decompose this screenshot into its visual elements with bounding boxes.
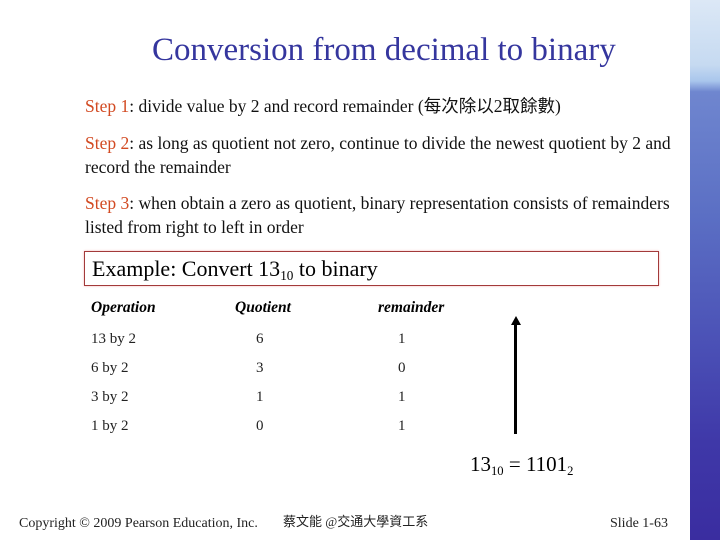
example-suffix: to binary (293, 256, 378, 281)
header-quotient: Quotient (235, 299, 291, 316)
result-decimal: 13 (470, 452, 491, 476)
step-text: : as long as quotient not zero, continue… (85, 133, 671, 177)
cell-operation: 13 by 2 (91, 331, 136, 347)
footer-author: 蔡文能 @交通大學資工系 (283, 514, 429, 529)
cell-operation: 1 by 2 (91, 418, 129, 434)
result-binary-base: 2 (567, 463, 574, 478)
cell-remainder: 0 (398, 360, 406, 376)
step-label: Step 1 (85, 96, 130, 116)
cell-operation: 3 by 2 (91, 389, 129, 405)
example-base: 10 (280, 267, 294, 283)
slide-number: Slide 1-63 (610, 516, 668, 531)
footer-copyright: Copyright © 2009 Pearson Education, Inc. (19, 516, 258, 531)
step-label: Step 2 (85, 133, 130, 153)
cell-quotient: 3 (256, 360, 264, 376)
header-operation: Operation (91, 299, 156, 316)
step-1: Step 1: divide value by 2 and record rem… (85, 94, 675, 118)
step-text: : divide value by 2 and record remainder… (129, 96, 561, 116)
step-3: Step 3: when obtain a zero as quotient, … (85, 191, 675, 239)
result-equals: = (503, 452, 526, 476)
step-text: : when obtain a zero as quotient, binary… (85, 193, 670, 237)
cell-quotient: 6 (256, 331, 264, 347)
example-prefix: Example: Convert 13 (92, 256, 281, 281)
cell-remainder: 1 (398, 389, 406, 405)
example-text: Example: Convert 1310 to binary (92, 256, 378, 284)
header-remainder: remainder (378, 299, 445, 316)
result-binary: 1101 (525, 452, 568, 476)
cell-quotient: 1 (256, 389, 264, 405)
result-decimal-base: 10 (491, 463, 504, 478)
example-box: Example: Convert 1310 to binary (84, 251, 659, 286)
decorative-sidebar (690, 0, 720, 540)
slide-title: Conversion from decimal to binary (152, 32, 616, 68)
up-arrow-icon (510, 316, 521, 434)
cell-quotient: 0 (256, 418, 264, 434)
cell-remainder: 1 (398, 418, 406, 434)
result-equation: 1310 = 11012 (470, 452, 573, 479)
cell-operation: 6 by 2 (91, 360, 129, 376)
cell-remainder: 1 (398, 331, 406, 347)
step-2: Step 2: as long as quotient not zero, co… (85, 131, 675, 179)
step-label: Step 3 (85, 193, 130, 213)
